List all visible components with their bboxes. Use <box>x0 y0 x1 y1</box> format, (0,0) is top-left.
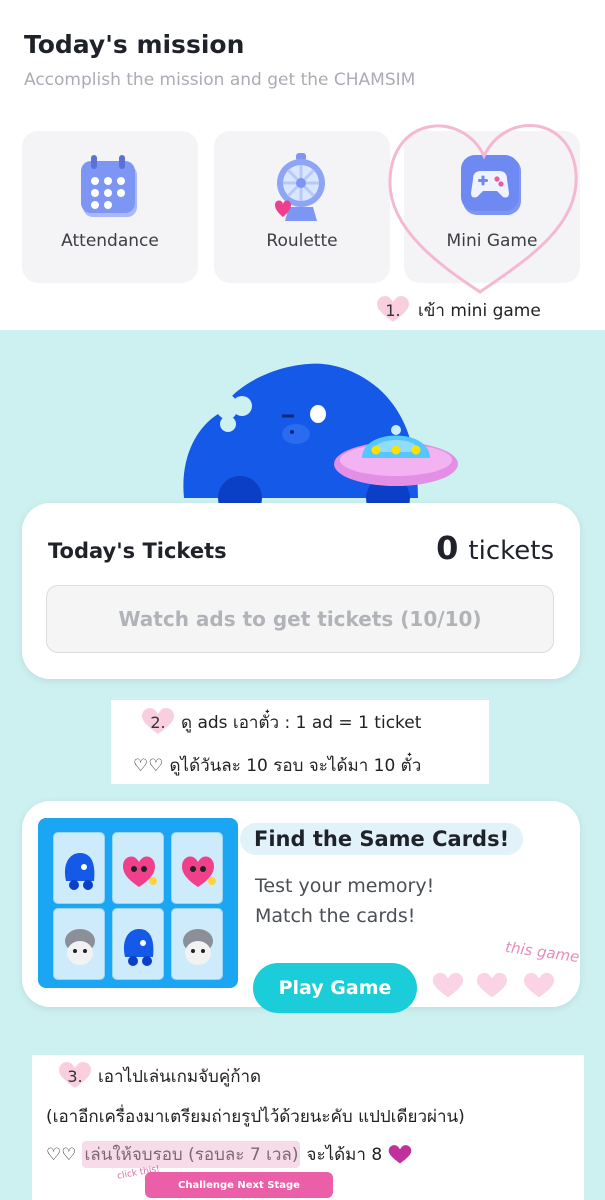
pink-heart-icon: 2. <box>141 708 175 736</box>
memory-cards-preview <box>38 818 238 988</box>
step-number: 1. <box>385 300 401 320</box>
step2-annotation: 2. ดู ads เอาตั๋ว : 1 ad = 1 ticket ♡♡ ด… <box>111 700 489 784</box>
play-game-button[interactable]: Play Game <box>253 963 417 1013</box>
ticket-count-unit: tickets <box>468 536 554 566</box>
tickets-card: Today's Tickets 0 tickets Watch ads to g… <box>22 503 580 679</box>
step3-suffix: จะได้มา 8 <box>306 1145 383 1165</box>
game-description: Test your memory! Match the cards! <box>255 871 434 931</box>
step3-line2: (เอาอีกเครื่องมาเตรียมถ่ายรูปไว้ด้วยนะคั… <box>46 1107 465 1127</box>
watch-ads-button[interactable]: Watch ads to get tickets (10/10) <box>46 585 554 653</box>
mission-attendance-card[interactable]: Attendance <box>22 131 198 283</box>
step2-line2: ♡♡ ดูได้วันละ 10 รอบ จะได้มา 10 ตั๋ว <box>133 752 421 779</box>
step-number: 3. <box>67 1066 83 1086</box>
mission-minigame-card[interactable]: Mini Game <box>404 131 580 283</box>
step1-text: เข้า mini game <box>418 300 541 321</box>
pink-heart-icon: 3. <box>58 1062 92 1090</box>
pink-heart-icon: 1. <box>376 296 410 324</box>
memory-card <box>53 832 105 904</box>
step3-line1: 3. เอาไปเล่นเกมจับคู่ก้าด <box>58 1062 261 1090</box>
step3-highlight: เล่นให้จบรอบ (รอบละ 7 เวล) <box>82 1141 301 1168</box>
step-number: 2. <box>150 712 166 732</box>
page-title: Today's mission <box>24 30 245 59</box>
pink-heart-icon <box>476 972 508 998</box>
heart-outline-icons: ♡♡ <box>46 1144 77 1165</box>
step3-line3: ♡♡ เล่นให้จบรอบ (รอบละ 7 เวล) จะได้มา 8 <box>46 1141 412 1168</box>
memory-card <box>171 832 223 904</box>
step2-text-2: ดูได้วันละ 10 รอบ จะได้มา 10 ตั๋ว <box>169 756 422 776</box>
step3-text: เอาไปเล่นเกมจับคู่ก้าด <box>98 1066 262 1087</box>
ticket-count-number: 0 <box>436 529 459 567</box>
page-subtitle: Accomplish the mission and get the CHAMS… <box>24 70 416 90</box>
step2-text: ดู ads เอาตั๋ว : 1 ad = 1 ticket <box>181 712 422 733</box>
pink-heart-icon <box>432 972 464 998</box>
roulette-icon <box>267 153 337 229</box>
heart-outline-icons: ♡♡ <box>133 755 164 776</box>
tickets-title: Today's Tickets <box>48 539 227 563</box>
memory-card <box>171 908 223 980</box>
calendar-icon <box>77 153 143 225</box>
step2-line1: 2. ดู ads เอาตั๋ว : 1 ad = 1 ticket <box>141 708 421 736</box>
mission-label: Attendance <box>61 231 159 251</box>
pink-heart-icon <box>523 972 555 998</box>
game-desc-line: Test your memory! <box>255 875 435 897</box>
memory-card <box>53 908 105 980</box>
mission-roulette-card[interactable]: Roulette <box>214 131 390 283</box>
mission-label: Roulette <box>266 231 338 251</box>
gamepad-icon <box>459 153 525 223</box>
ticket-count: 0 tickets <box>436 529 554 567</box>
game-title: Find the Same Cards! <box>240 823 524 855</box>
mission-label: Mini Game <box>446 231 538 251</box>
challenge-next-stage-button[interactable]: Challenge Next Stage <box>145 1172 333 1198</box>
step1-annotation: 1. เข้า mini game <box>376 296 541 324</box>
memory-card <box>112 908 164 980</box>
game-desc-line: Match the cards! <box>255 905 416 927</box>
purple-heart-icon <box>388 1144 412 1163</box>
memory-card <box>112 832 164 904</box>
